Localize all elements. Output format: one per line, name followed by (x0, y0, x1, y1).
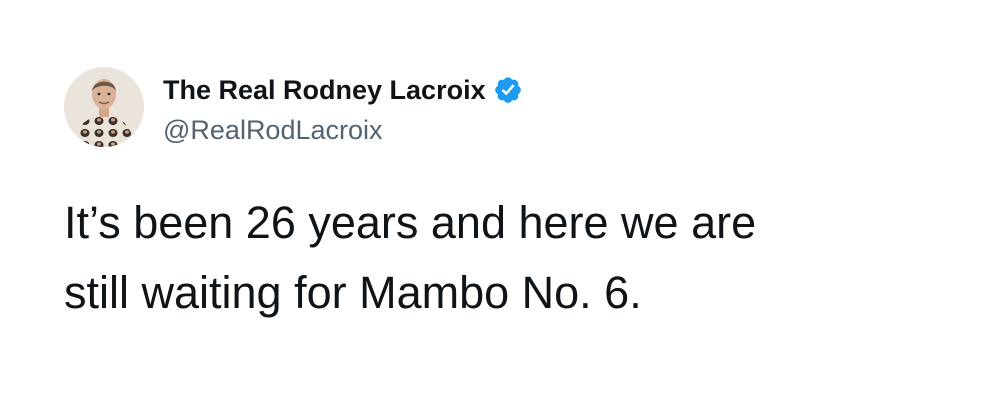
verified-check-icon (493, 75, 523, 105)
tweet-card: The Real Rodney Lacroix @RealRodLacroix … (0, 0, 1000, 402)
display-name[interactable]: The Real Rodney Lacroix (163, 73, 486, 107)
handle[interactable]: @RealRodLacroix (163, 113, 523, 147)
tweet-text: It’s been 26 years and here we are still… (64, 197, 757, 318)
author-info: The Real Rodney Lacroix @RealRodLacroix (163, 73, 523, 145)
avatar[interactable] (64, 67, 144, 147)
profile-photo-icon (64, 67, 144, 147)
name-row: The Real Rodney Lacroix (163, 73, 523, 107)
